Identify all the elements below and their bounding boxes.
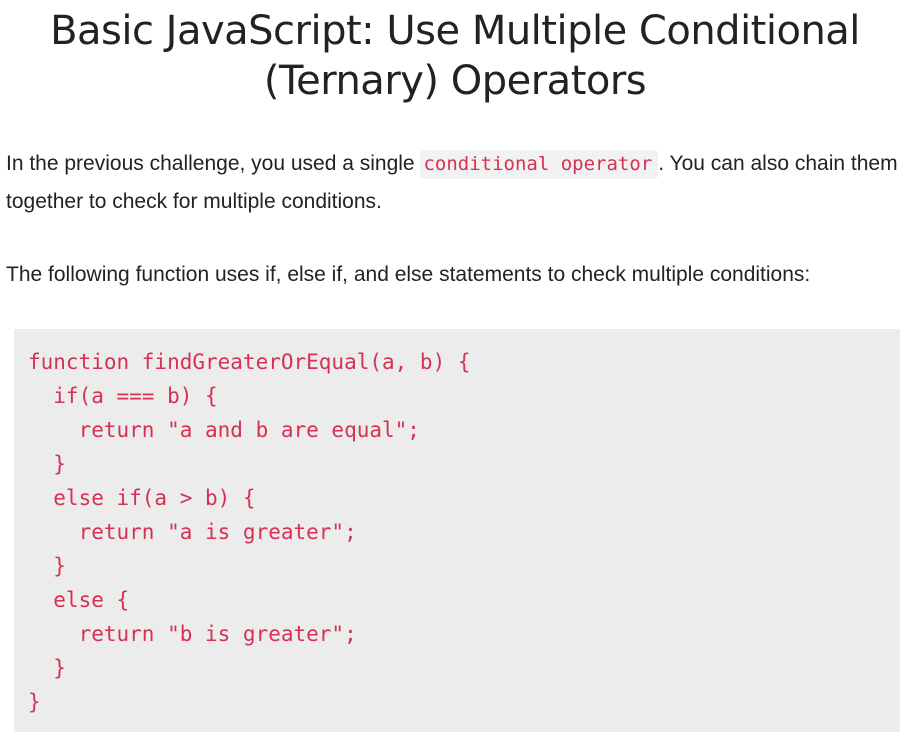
code-line: return "a and b are equal";: [28, 418, 420, 442]
code-line: else {: [28, 588, 130, 612]
description-paragraph: The following function uses if, else if,…: [6, 263, 811, 286]
code-line: else if(a > b) {: [28, 486, 256, 510]
code-line: return "b is greater";: [28, 622, 357, 646]
code-line: return "a is greater";: [28, 520, 357, 544]
code-line: }: [28, 690, 41, 714]
code-line: }: [28, 554, 66, 578]
intro-text-before: In the previous challenge, you used a si…: [6, 152, 421, 175]
code-line: function findGreaterOrEqual(a, b) {: [28, 350, 471, 374]
code-block: function findGreaterOrEqual(a, b) { if(a…: [14, 329, 900, 732]
code-line: if(a === b) {: [28, 384, 218, 408]
intro-paragraph: In the previous challenge, you used a si…: [6, 145, 901, 220]
code-line: }: [28, 656, 66, 680]
challenge-page: Basic JavaScript: Use Multiple Condition…: [0, 0, 910, 744]
code-line: }: [28, 452, 66, 476]
page-title: Basic JavaScript: Use Multiple Condition…: [0, 6, 910, 106]
page-title-line-1: Basic JavaScript: Use Multiple Condition…: [50, 8, 860, 54]
inline-code-conditional-operator: conditional operator: [420, 150, 659, 179]
page-title-line-2: (Ternary) Operators: [263, 58, 647, 104]
